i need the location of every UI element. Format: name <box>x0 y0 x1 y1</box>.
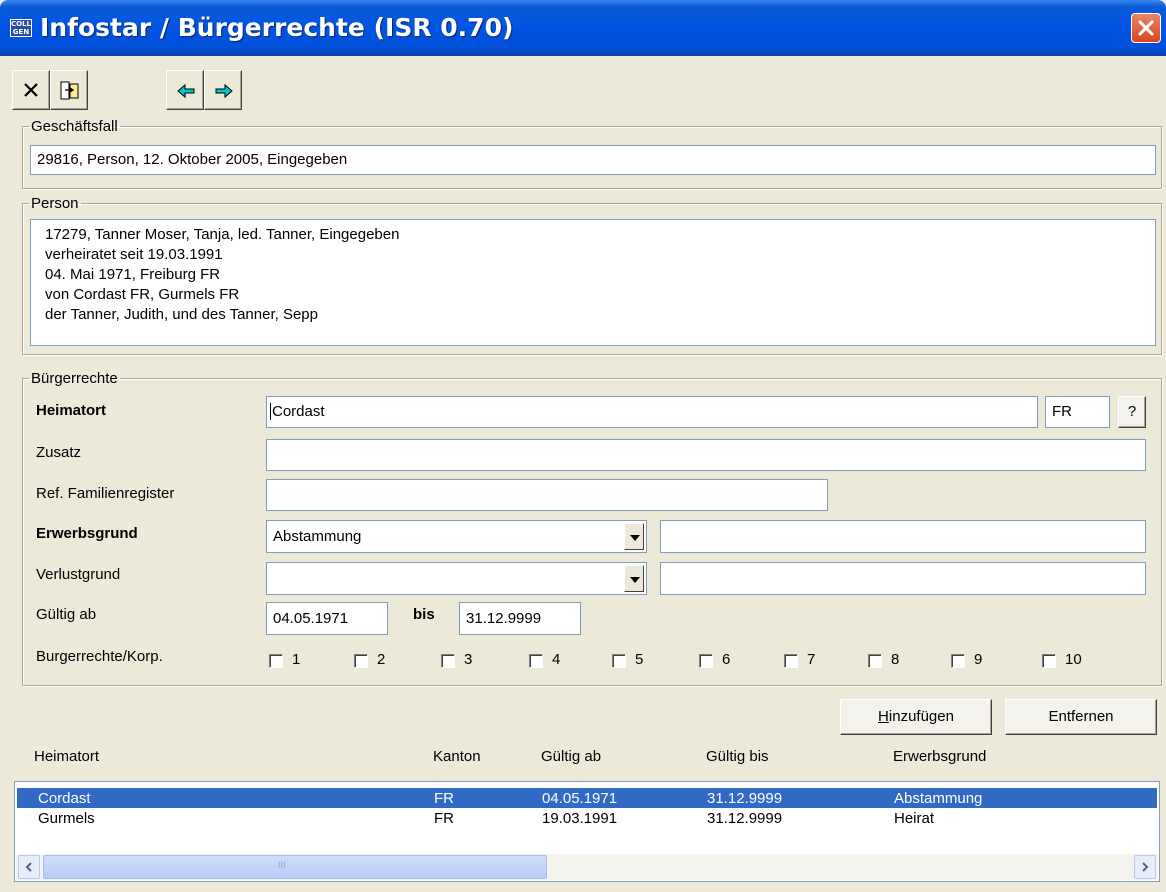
korp-checkbox-6[interactable] <box>699 654 713 668</box>
geschaeftsfall-field[interactable]: 29816, Person, 12. Oktober 2005, Eingege… <box>30 145 1156 175</box>
korp-checkbox-label: 10 <box>1065 651 1082 668</box>
column-header-erwerbsgrund[interactable]: Erwerbsgrund <box>893 748 986 765</box>
column-header-heimatort[interactable]: Heimatort <box>34 748 99 765</box>
list-row[interactable]: Cordast FR 04.05.1971 31.12.9999 Abstamm… <box>17 788 1157 808</box>
cell-gueltig-ab: 19.03.1991 <box>542 810 618 827</box>
cell-gueltig-bis: 31.12.9999 <box>707 790 783 807</box>
remove-button[interactable]: Entfernen <box>1005 699 1157 735</box>
korp-checkbox-label: 1 <box>292 651 301 668</box>
window-title: Infostar / Bürgerrechte (ISR 0.70) <box>40 13 514 42</box>
close-x-icon <box>1138 20 1154 36</box>
person-info-box[interactable]: 17279, Tanner Moser, Tanja, led. Tanner,… <box>30 219 1156 346</box>
chevron-down-icon <box>630 535 640 541</box>
verlustgrund-select[interactable] <box>266 562 647 595</box>
column-header-gueltig-bis[interactable]: Gültig bis <box>706 748 769 765</box>
korp-checkbox-label: 4 <box>552 651 561 668</box>
person-line: 17279, Tanner Moser, Tanja, led. Tanner,… <box>45 226 400 243</box>
ref-familienregister-label: Ref. Familienregister <box>36 485 175 502</box>
korp-checkbox-1[interactable] <box>269 654 283 668</box>
cell-erwerbsgrund: Heirat <box>894 810 935 827</box>
cell-heimatort: Cordast <box>38 790 91 807</box>
erwerbsgrund-value: Abstammung <box>273 528 362 545</box>
next-button[interactable] <box>204 70 242 110</box>
korp-checkbox-label: 6 <box>722 651 731 668</box>
person-line: der Tanner, Judith, und des Tanner, Sepp <box>45 306 318 323</box>
erwerbsgrund-dropdown-button[interactable] <box>624 523 644 550</box>
horizontal-scrollbar[interactable]: III <box>16 854 1158 880</box>
cell-gueltig-bis: 31.12.9999 <box>707 810 783 827</box>
cell-kanton: FR <box>434 790 454 807</box>
title-bar: COLL GEN Infostar / Bürgerrechte (ISR 0.… <box>0 0 1166 56</box>
chevron-down-icon <box>630 577 640 583</box>
app-icon: COLL GEN <box>10 19 32 37</box>
cell-heimatort: Gurmels <box>38 810 95 827</box>
scroll-grip: III <box>278 860 286 870</box>
korp-checkbox-10[interactable] <box>1042 654 1056 668</box>
person-legend: Person <box>31 195 79 212</box>
person-line: verheiratet seit 19.03.1991 <box>45 246 223 263</box>
gueltig-bis-input[interactable]: 31.12.9999 <box>459 602 581 635</box>
previous-button[interactable] <box>166 70 204 110</box>
scroll-right-button[interactable] <box>1134 855 1156 879</box>
verlustgrund-extra-input[interactable] <box>660 562 1146 595</box>
window-close-button[interactable] <box>1131 13 1161 43</box>
heimatort-input[interactable]: Cordast <box>266 396 1038 428</box>
help-button[interactable]: ? <box>1118 396 1146 428</box>
korp-checkbox-label: 5 <box>635 651 644 668</box>
arrow-right-icon <box>215 83 233 99</box>
exit-button[interactable] <box>50 70 88 110</box>
ref-familienregister-input[interactable] <box>266 479 828 511</box>
burgerrechte-korp-label: Burgerrechte/Korp. <box>36 648 163 665</box>
korp-checkbox-label: 9 <box>974 651 983 668</box>
chevron-left-icon <box>25 862 32 872</box>
kanton-input[interactable]: FR <box>1045 396 1110 428</box>
korp-checkbox-label: 3 <box>464 651 473 668</box>
exit-door-icon <box>60 81 79 100</box>
person-line: 04. Mai 1971, Freiburg FR <box>45 266 221 283</box>
korp-checkbox-5[interactable] <box>612 654 626 668</box>
column-header-gueltig-ab[interactable]: Gültig ab <box>541 748 601 765</box>
heimatort-value: Cordast <box>270 403 325 420</box>
korp-checkbox-8[interactable] <box>868 654 882 668</box>
korp-checkbox-7[interactable] <box>784 654 798 668</box>
zusatz-label: Zusatz <box>36 444 82 461</box>
verlustgrund-dropdown-button[interactable] <box>624 565 644 592</box>
delete-button[interactable] <box>12 70 50 110</box>
korp-checkbox-label: 7 <box>807 651 816 668</box>
gueltig-ab-input[interactable]: 04.05.1971 <box>266 602 388 635</box>
buergerrechte-legend: Bürgerrechte <box>31 370 118 387</box>
chevron-right-icon <box>1142 862 1149 872</box>
gueltig-ab-label: Gültig ab <box>36 606 97 623</box>
korp-checkbox-3[interactable] <box>441 654 455 668</box>
person-line: von Cordast FR, Gurmels FR <box>45 286 240 303</box>
geschaeftsfall-legend: Geschäftsfall <box>31 118 118 135</box>
bis-label: bis <box>413 606 435 623</box>
erwerbsgrund-extra-input[interactable] <box>660 520 1146 553</box>
verlustgrund-label: Verlustgrund <box>36 566 121 583</box>
close-x-icon <box>24 83 38 97</box>
add-label: inzufügen <box>888 708 954 725</box>
column-header-kanton[interactable]: Kanton <box>433 748 481 765</box>
korp-checkbox-9[interactable] <box>951 654 965 668</box>
list-row[interactable]: Gurmels FR 19.03.1991 31.12.9999 Heirat <box>17 808 1157 828</box>
erwerbsgrund-label: Erwerbsgrund <box>36 525 138 542</box>
zusatz-input[interactable] <box>266 439 1146 471</box>
add-button[interactable]: Hinzufügen <box>840 699 992 735</box>
korp-checkbox-4[interactable] <box>529 654 543 668</box>
scroll-left-button[interactable] <box>18 855 40 879</box>
heimatort-label: Heimatort <box>36 402 107 419</box>
korp-checkbox-2[interactable] <box>354 654 368 668</box>
cell-erwerbsgrund: Abstammung <box>894 790 983 807</box>
korp-checkbox-label: 8 <box>891 651 900 668</box>
cell-kanton: FR <box>434 810 454 827</box>
scroll-thumb[interactable]: III <box>43 855 547 879</box>
cell-gueltig-ab: 04.05.1971 <box>542 790 618 807</box>
add-mnemonic: H <box>878 708 889 725</box>
buergerrechte-list[interactable]: Cordast FR 04.05.1971 31.12.9999 Abstamm… <box>14 781 1160 882</box>
erwerbsgrund-select[interactable]: Abstammung <box>266 520 647 553</box>
korp-checkbox-label: 2 <box>377 651 386 668</box>
arrow-left-icon <box>177 83 195 99</box>
